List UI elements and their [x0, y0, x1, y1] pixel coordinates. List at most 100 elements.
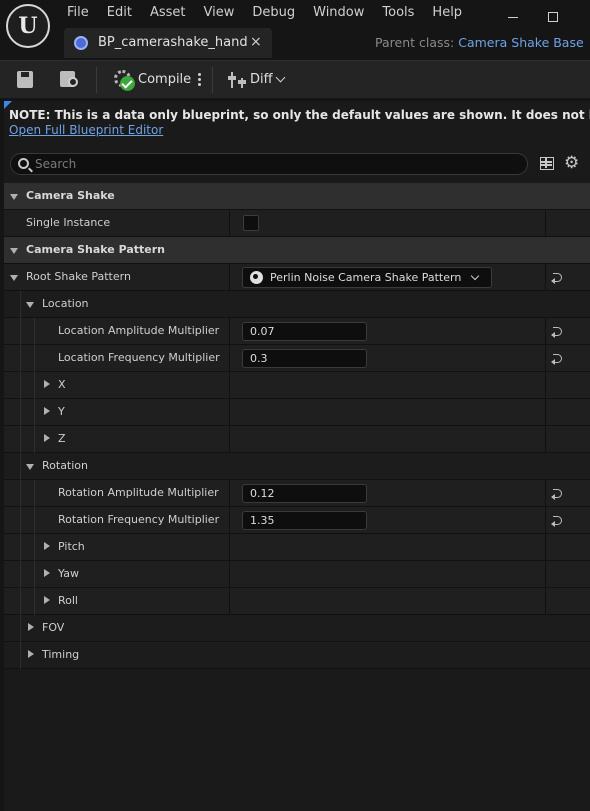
- column-divider[interactable]: [229, 507, 230, 534]
- gear-icon[interactable]: ⚙: [564, 154, 579, 172]
- collapse-arrow-icon[interactable]: [10, 194, 18, 200]
- property-location-z[interactable]: Z: [4, 426, 590, 453]
- indent-guide: [34, 480, 35, 507]
- reset-to-default-icon[interactable]: [551, 488, 563, 500]
- unreal-logo-icon[interactable]: U: [6, 4, 50, 48]
- expand-arrow-icon[interactable]: [44, 434, 50, 442]
- property-rotation-roll[interactable]: Roll: [4, 588, 590, 615]
- category-camera-shake[interactable]: Camera Shake: [4, 183, 590, 210]
- close-icon[interactable]: ×: [250, 34, 262, 50]
- minimize-icon[interactable]: [508, 8, 520, 22]
- category-camera-shake-pattern[interactable]: Camera Shake Pattern: [4, 237, 590, 264]
- property-rotation-yaw[interactable]: Yaw: [4, 561, 590, 588]
- expand-arrow-icon[interactable]: [44, 596, 50, 604]
- expand-arrow-icon[interactable]: [28, 650, 34, 658]
- browse-asset-icon[interactable]: [58, 68, 82, 92]
- column-divider[interactable]: [229, 372, 230, 399]
- reset-to-default-icon[interactable]: [551, 515, 563, 527]
- column-divider[interactable]: [229, 264, 230, 291]
- indent-guide: [34, 588, 35, 615]
- expand-arrow-icon[interactable]: [44, 542, 50, 550]
- collapse-arrow-icon[interactable]: [26, 464, 34, 470]
- indent-guide: [34, 372, 35, 399]
- column-divider: [545, 399, 546, 426]
- group-fov[interactable]: FOV: [4, 615, 590, 642]
- property-matrix-icon[interactable]: [540, 157, 554, 170]
- property-location-y[interactable]: Y: [4, 399, 590, 426]
- group-label: Rotation: [42, 459, 89, 472]
- logo-letter: U: [18, 13, 38, 39]
- diff-button[interactable]: Diff: [226, 68, 290, 92]
- toolbar-divider: [212, 67, 213, 93]
- column-divider[interactable]: [229, 426, 230, 453]
- column-divider[interactable]: [229, 399, 230, 426]
- column-divider[interactable]: [229, 318, 230, 345]
- column-divider[interactable]: [229, 210, 230, 237]
- property-label: Pitch: [58, 540, 85, 553]
- indent-guide: [20, 507, 21, 534]
- rotation-amplitude-input[interactable]: 0.12: [242, 484, 367, 503]
- expand-arrow-icon[interactable]: [44, 380, 50, 388]
- group-label: Location: [42, 297, 89, 310]
- expand-arrow-icon[interactable]: [28, 623, 34, 631]
- compile-button[interactable]: Compile: [112, 68, 192, 92]
- menu-edit[interactable]: Edit: [98, 4, 141, 22]
- menu-debug[interactable]: Debug: [243, 4, 304, 22]
- menu-file[interactable]: File: [58, 4, 98, 22]
- menu-tools[interactable]: Tools: [373, 4, 423, 22]
- property-label: Roll: [58, 594, 78, 607]
- open-full-editor-link[interactable]: Open Full Blueprint Editor: [9, 123, 163, 137]
- search-input[interactable]: [35, 155, 515, 173]
- tab-bp-camerashake-hand[interactable]: BP_camerashake_hand ×: [64, 28, 272, 58]
- category-label: Camera Shake Pattern: [26, 243, 166, 256]
- property-rotation-pitch[interactable]: Pitch: [4, 534, 590, 561]
- indent-guide: [34, 399, 35, 426]
- reset-to-default-icon[interactable]: [551, 272, 563, 284]
- expand-arrow-icon[interactable]: [10, 275, 18, 281]
- expand-arrow-icon[interactable]: [44, 407, 50, 415]
- expand-arrow-icon[interactable]: [44, 569, 50, 577]
- chevron-down-icon: [470, 271, 480, 281]
- column-divider: [545, 345, 546, 372]
- location-frequency-input[interactable]: 0.3: [242, 349, 367, 368]
- group-label: FOV: [42, 621, 65, 634]
- indent-guide: [34, 345, 35, 372]
- compile-options-icon[interactable]: [196, 68, 204, 92]
- menu-view[interactable]: View: [195, 4, 244, 22]
- collapse-arrow-icon[interactable]: [10, 248, 18, 254]
- column-divider[interactable]: [229, 588, 230, 615]
- column-divider: [545, 480, 546, 507]
- menu-window[interactable]: Window: [304, 4, 373, 22]
- property-label: Location Amplitude Multiplier: [58, 324, 220, 337]
- indent-guide: [20, 345, 21, 372]
- indent-guide: [20, 642, 21, 669]
- group-rotation[interactable]: Rotation: [4, 453, 590, 480]
- category-label: Camera Shake: [26, 189, 115, 202]
- diff-icon: [228, 72, 246, 88]
- reset-to-default-icon[interactable]: [551, 326, 563, 338]
- maximize-icon[interactable]: [548, 12, 558, 22]
- menu-bar: File Edit Asset View Debug Window Tools …: [58, 4, 471, 22]
- single-instance-checkbox[interactable]: [243, 215, 259, 231]
- save-icon[interactable]: [14, 68, 36, 92]
- column-divider[interactable]: [229, 480, 230, 507]
- compile-label: Compile: [138, 72, 192, 87]
- collapse-arrow-icon[interactable]: [26, 302, 34, 308]
- menu-help[interactable]: Help: [423, 4, 471, 22]
- column-divider[interactable]: [229, 345, 230, 372]
- column-divider[interactable]: [229, 534, 230, 561]
- location-amplitude-input[interactable]: 0.07: [242, 322, 367, 341]
- shake-pattern-dropdown[interactable]: Perlin Noise Camera Shake Pattern: [242, 267, 492, 288]
- group-timing[interactable]: Timing: [4, 642, 590, 669]
- indent-guide: [34, 561, 35, 588]
- menu-asset[interactable]: Asset: [141, 4, 195, 22]
- column-divider: [545, 210, 546, 237]
- rotation-frequency-input[interactable]: 1.35: [242, 511, 367, 530]
- column-divider[interactable]: [229, 561, 230, 588]
- property-location-x[interactable]: X: [4, 372, 590, 399]
- search-box[interactable]: [10, 153, 528, 175]
- reset-to-default-icon[interactable]: [551, 353, 563, 365]
- indent-guide: [20, 615, 21, 642]
- parent-class-link[interactable]: Camera Shake Base: [458, 35, 583, 50]
- group-location[interactable]: Location: [4, 291, 590, 318]
